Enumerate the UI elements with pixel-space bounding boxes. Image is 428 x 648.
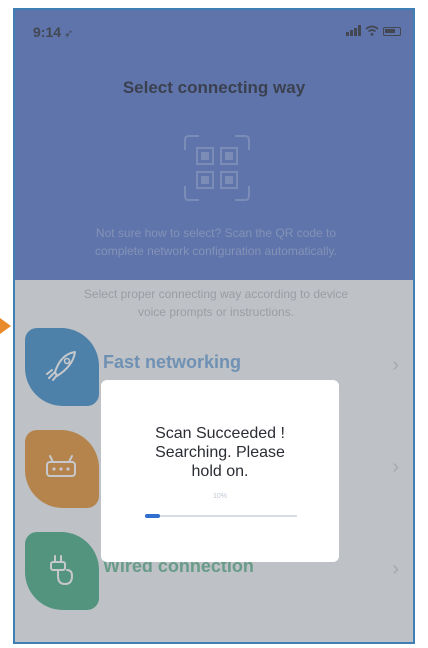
progress-percent: 10%	[212, 493, 227, 500]
phone-screen: 9:14 ➶ Select connecting way Not sure ho…	[13, 8, 415, 644]
progress-bar-fill	[145, 514, 161, 518]
scan-progress-dialog: Scan Succeeded ! Searching. Please hold …	[101, 380, 339, 562]
dialog-line-2: Searching. Please	[155, 444, 285, 461]
dialog-line-3: hold on.	[191, 463, 249, 480]
pointer-arrow-icon	[0, 318, 11, 334]
dialog-message: Scan Succeeded ! Searching. Please hold …	[101, 424, 339, 481]
dialog-line-1: Scan Succeeded !	[155, 425, 285, 442]
progress-bar	[145, 514, 297, 518]
